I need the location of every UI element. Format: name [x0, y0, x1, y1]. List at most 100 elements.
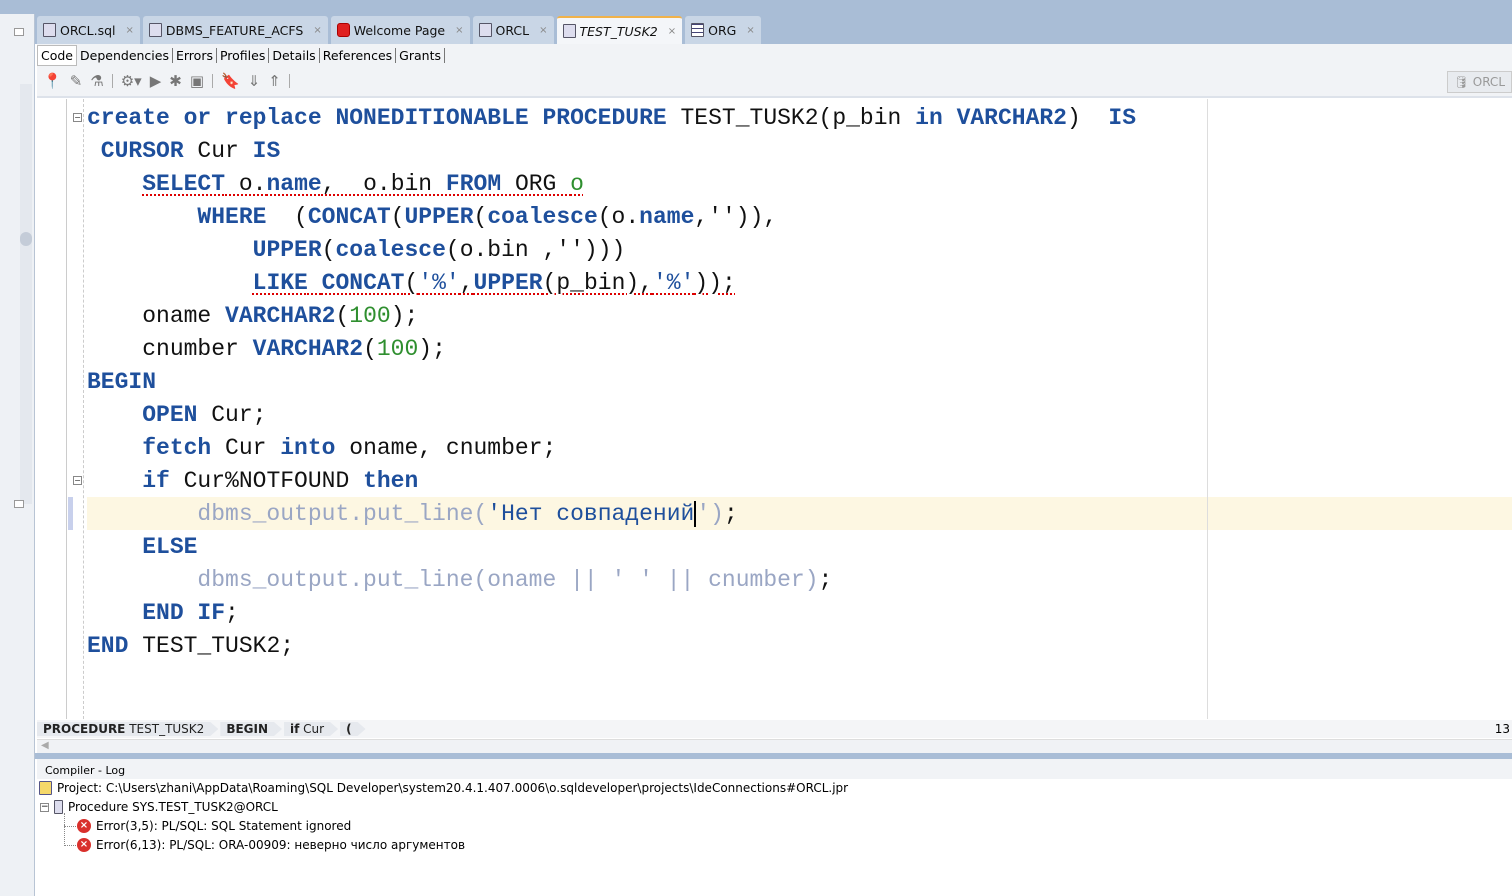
breadcrumb-keyword: if: [290, 722, 300, 736]
breadcrumb-item[interactable]: PROCEDURE TEST_TUSK2: [37, 722, 218, 736]
pin-icon[interactable]: 📍: [43, 72, 62, 90]
code-token: coalesce: [335, 237, 446, 263]
code-line: END IF;: [87, 597, 1136, 630]
subtab-grants[interactable]: Grants: [396, 47, 445, 63]
code-token: );: [418, 336, 446, 362]
minimize-icon[interactable]: [14, 28, 24, 36]
code-token: into: [280, 435, 336, 461]
code-line: if Cur%NOTFOUND then: [87, 465, 1136, 498]
subtab-dependencies[interactable]: Dependencies: [77, 47, 173, 63]
next-bookmark-icon[interactable]: ⇓: [248, 72, 261, 90]
log-procedure-row[interactable]: − Procedure SYS.TEST_TUSK2@ORCL: [40, 800, 278, 814]
tab-orcl[interactable]: ORCL ×: [472, 16, 554, 44]
connection-selector[interactable]: 🛢 ORCL: [1446, 71, 1512, 93]
breadcrumb-item[interactable]: if Cur: [284, 722, 338, 736]
window-top-bar: [0, 0, 1512, 14]
close-tab-icon[interactable]: ×: [455, 25, 463, 36]
code-token: fetch: [142, 435, 212, 461]
log-error-row[interactable]: × Error(3,5): PL/SQL: SQL Statement igno…: [77, 819, 351, 833]
edit-icon[interactable]: ✎: [70, 72, 83, 90]
code-token: CONCAT: [307, 204, 391, 230]
code-token: ,: [459, 270, 474, 296]
code-line: dbms_output.put_line('Нет совпадений');: [87, 498, 1136, 531]
subtab-errors[interactable]: Errors: [173, 47, 217, 63]
code-token: Cur%NOTFOUND: [169, 468, 364, 494]
compiler-log-panel: Compiler - Log Project: C:\Users\zhani\A…: [37, 759, 1512, 896]
tab-label: TEST_TUSK2: [579, 23, 658, 39]
code-token: ;: [723, 501, 738, 527]
code-token: ): [1066, 105, 1109, 131]
code-token: FROM: [445, 171, 502, 197]
breadcrumb-item[interactable]: (: [340, 722, 365, 736]
code-token: VARCHAR2: [225, 303, 336, 329]
code-token: ORG: [501, 171, 571, 197]
compile-icon[interactable]: ⚗: [90, 72, 103, 90]
log-project-row[interactable]: Project: C:\Users\zhani\AppData\Roaming\…: [39, 781, 848, 795]
breadcrumb-keyword: BEGIN: [226, 722, 269, 736]
breadcrumb-name: TEST_TUSK2: [125, 722, 205, 736]
code-token: then: [363, 468, 419, 494]
log-error-row[interactable]: × Error(6,13): PL/SQL: ORA-00909: неверн…: [77, 838, 465, 852]
horizontal-scrollbar[interactable]: ◀: [37, 739, 1512, 753]
code-token: coalesce: [487, 204, 598, 230]
subtab-references[interactable]: References: [320, 47, 397, 63]
log-error-text: Error(6,13): PL/SQL: ORA-00909: неверно …: [96, 838, 466, 852]
profile-icon[interactable]: ▣: [190, 72, 204, 90]
code-line: UPPER(coalesce(o.bin ,''))): [87, 234, 1136, 267]
code-line: WHERE (CONCAT(UPPER(coalesce(o.name,''))…: [87, 201, 1136, 234]
code-token: (: [335, 303, 350, 329]
tree-line: [64, 825, 76, 846]
code-text[interactable]: create or replace NONEDITIONABLE PROCEDU…: [87, 102, 1136, 663]
breadcrumb-item[interactable]: BEGIN: [220, 722, 282, 736]
code-editor[interactable]: − − create or replace NONEDITIONABLE PRO…: [37, 99, 1512, 719]
code-token: (: [363, 336, 377, 362]
code-token: in VARCHAR2: [915, 105, 1067, 131]
error-icon: ×: [77, 838, 91, 852]
left-scrollbar-thumb[interactable]: [20, 232, 32, 246]
tab-orcl-sql[interactable]: ORCL.sql ×: [37, 16, 140, 44]
left-scrollbar[interactable]: [20, 84, 32, 504]
subtab-details[interactable]: Details: [269, 47, 320, 63]
close-tab-icon[interactable]: ×: [668, 26, 676, 37]
code-token: VARCHAR2: [252, 336, 364, 362]
minimize-icon[interactable]: [14, 500, 24, 508]
gears-icon[interactable]: ⚙▾: [121, 72, 142, 90]
fold-bar: [68, 99, 84, 719]
close-tab-icon[interactable]: ×: [313, 25, 321, 36]
oracle-icon: [336, 23, 350, 37]
code-token: (: [404, 270, 419, 296]
fold-toggle-icon[interactable]: −: [73, 113, 82, 122]
editor-tabs: ORCL.sql × DBMS_FEATURE_ACFS × Welcome Page ×…: [35, 14, 1512, 44]
code-line: SELECT o.name, o.bin FROM ORG o: [87, 168, 1136, 201]
code-token: , o.bin: [321, 171, 446, 197]
tab-welcome-page[interactable]: Welcome Page ×: [330, 16, 470, 44]
code-line: cnumber VARCHAR2(100);: [87, 333, 1136, 366]
tab-dbms-feature-acfs[interactable]: DBMS_FEATURE_ACFS ×: [142, 16, 328, 44]
code-token: (: [321, 237, 336, 263]
close-tab-icon[interactable]: ×: [126, 25, 134, 36]
bookmark-icon[interactable]: 🔖: [221, 72, 240, 90]
run-icon[interactable]: ▶: [150, 72, 162, 90]
compiler-log-title: Compiler - Log: [37, 759, 1512, 779]
connection-label: ORCL: [1472, 75, 1505, 89]
code-line: dbms_output.put_line(oname || ' ' || cnu…: [87, 564, 1136, 597]
code-token: o.: [225, 171, 267, 197]
close-tab-icon[interactable]: ×: [746, 25, 754, 36]
code-token: '%': [652, 270, 695, 296]
prev-bookmark-icon[interactable]: ⇑: [268, 72, 281, 90]
code-line: oname VARCHAR2(100);: [87, 300, 1136, 333]
tab-test-tusk2[interactable]: TEST_TUSK2 ×: [556, 16, 683, 44]
subtab-profiles[interactable]: Profiles: [217, 47, 270, 63]
collapse-icon[interactable]: −: [40, 802, 49, 812]
debug-icon[interactable]: ✱: [169, 72, 182, 90]
separator: [111, 74, 113, 88]
subtab-code[interactable]: Code: [37, 44, 78, 66]
tab-org[interactable]: ORG ×: [685, 16, 761, 44]
close-tab-icon[interactable]: ×: [539, 25, 547, 36]
fold-toggle-icon[interactable]: −: [73, 476, 82, 485]
